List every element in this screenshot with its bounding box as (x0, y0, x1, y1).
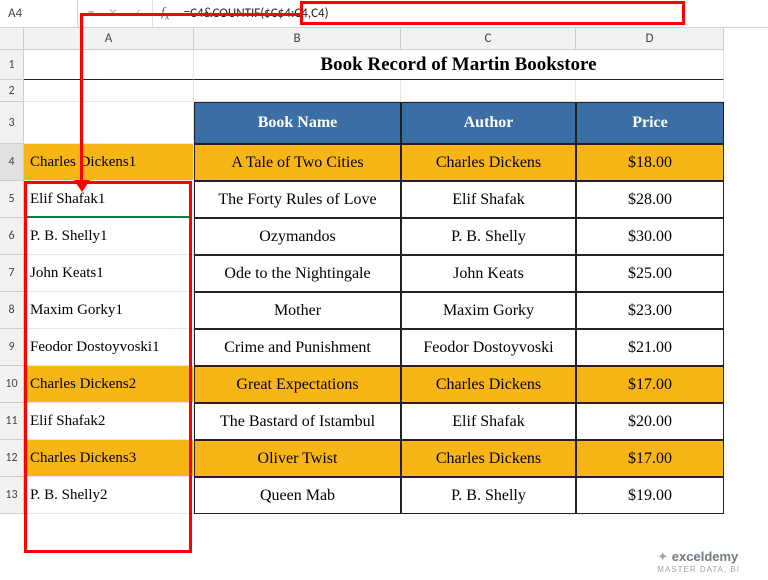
cell-d12[interactable]: $17.00 (576, 440, 724, 477)
cell-a12[interactable]: Charles Dickens3 (24, 440, 194, 477)
grid-container: ABCD Book Record of Martin BookstoreBook… (24, 28, 768, 580)
cell-c7[interactable]: John Keats (401, 255, 576, 292)
cell-a6[interactable]: P. B. Shelly1 (24, 218, 194, 255)
cell-d2[interactable] (576, 80, 724, 102)
cell-d9[interactable]: $21.00 (576, 329, 724, 366)
cell-c2[interactable] (401, 80, 576, 102)
cancel-icon[interactable]: ✕ (108, 6, 118, 21)
name-box[interactable]: A4 (0, 0, 78, 27)
dropdown-icon[interactable]: ▾ (88, 6, 94, 21)
cell-b5[interactable]: The Forty Rules of Love (194, 181, 401, 218)
formula-bar: A4 ▾ ✕ ✓ fx =C4&COUNTIF($C$4:C4,C4) (0, 0, 768, 28)
cell-d13[interactable]: $19.00 (576, 477, 724, 514)
cell-b12[interactable]: Oliver Twist (194, 440, 401, 477)
formula-input[interactable]: =C4&COUNTIF($C$4:C4,C4) (178, 0, 768, 27)
cell-b6[interactable]: Ozymandos (194, 218, 401, 255)
cell-d8[interactable]: $23.00 (576, 292, 724, 329)
row-header-7[interactable]: 7 (0, 255, 24, 292)
cell-a10[interactable]: Charles Dickens2 (24, 366, 194, 403)
column-header-c[interactable]: C (401, 28, 576, 50)
header-author[interactable]: Author (401, 102, 576, 144)
table-row: Charles Dickens2Great ExpectationsCharle… (24, 366, 768, 403)
row-header-5[interactable]: 5 (0, 181, 24, 218)
cell-b10[interactable]: Great Expectations (194, 366, 401, 403)
cell-a7[interactable]: John Keats1 (24, 255, 194, 292)
row-header-1[interactable]: 1 (0, 50, 24, 80)
cell-grid[interactable]: Book Record of Martin Bookstore Book Name… (24, 50, 768, 514)
table-row: Feodor Dostoyvoski1Crime and PunishmentF… (24, 329, 768, 366)
annotation-arrow (74, 180, 90, 192)
watermark: ✦ exceldemy MASTER DATA. BI (657, 549, 740, 574)
row-header-12[interactable]: 12 (0, 440, 24, 477)
table-row: Charles Dickens3Oliver TwistCharles Dick… (24, 440, 768, 477)
row-header-13[interactable]: 13 (0, 477, 24, 514)
cell-c4[interactable]: Charles Dickens (401, 144, 576, 181)
table-row: P. B. Shelly2Queen MabP. B. Shelly$19.00 (24, 477, 768, 514)
cell-a5[interactable]: Elif Shafak1 (24, 181, 194, 218)
select-all-corner[interactable] (0, 28, 24, 50)
cell-b7[interactable]: Ode to the Nightingale (194, 255, 401, 292)
cell-d5[interactable]: $28.00 (576, 181, 724, 218)
table-row: Maxim Gorky1MotherMaxim Gorky$23.00 (24, 292, 768, 329)
table-row: Elif Shafak2The Bastard of IstambulElif … (24, 403, 768, 440)
cell-c12[interactable]: Charles Dickens (401, 440, 576, 477)
cell-c6[interactable]: P. B. Shelly (401, 218, 576, 255)
cell-d4[interactable]: $18.00 (576, 144, 724, 181)
cell-c8[interactable]: Maxim Gorky (401, 292, 576, 329)
cell-a2[interactable] (24, 80, 194, 102)
row-header-6[interactable]: 6 (0, 218, 24, 255)
column-header-d[interactable]: D (576, 28, 724, 50)
accept-icon[interactable]: ✓ (132, 6, 142, 21)
row-header-10[interactable]: 10 (0, 366, 24, 403)
row-header-3[interactable]: 3 (0, 102, 24, 144)
cell-c10[interactable]: Charles Dickens (401, 366, 576, 403)
row-header-11[interactable]: 11 (0, 403, 24, 440)
spreadsheet: 12345678910111213 ABCD Book Record of Ma… (0, 28, 768, 580)
cell-a4[interactable]: Charles Dickens1 (24, 144, 194, 181)
cell-a9[interactable]: Feodor Dostoyvoski1 (24, 329, 194, 366)
cell-b13[interactable]: Queen Mab (194, 477, 401, 514)
cell-a11[interactable]: Elif Shafak2 (24, 403, 194, 440)
cell-b2[interactable] (194, 80, 401, 102)
table-row: Charles Dickens1A Tale of Two CitiesChar… (24, 144, 768, 181)
cell-b9[interactable]: Crime and Punishment (194, 329, 401, 366)
cell-c13[interactable]: P. B. Shelly (401, 477, 576, 514)
header-book-name[interactable]: Book Name (194, 102, 401, 144)
row-header-8[interactable]: 8 (0, 292, 24, 329)
cell-c5[interactable]: Elif Shafak (401, 181, 576, 218)
cell-d11[interactable]: $20.00 (576, 403, 724, 440)
row-header-4[interactable]: 4 (0, 144, 24, 181)
cell-a3[interactable] (24, 102, 194, 144)
cell-b4[interactable]: A Tale of Two Cities (194, 144, 401, 181)
cell-d6[interactable]: $30.00 (576, 218, 724, 255)
table-row: Elif Shafak1The Forty Rules of LoveElif … (24, 181, 768, 218)
column-header-b[interactable]: B (194, 28, 401, 50)
formula-bar-buttons: ▾ ✕ ✓ (78, 0, 153, 27)
cell-b8[interactable]: Mother (194, 292, 401, 329)
row-header-9[interactable]: 9 (0, 329, 24, 366)
cell-c9[interactable]: Feodor Dostoyvoski (401, 329, 576, 366)
column-header-a[interactable]: A (24, 28, 194, 50)
table-row: John Keats1Ode to the NightingaleJohn Ke… (24, 255, 768, 292)
fx-icon[interactable]: fx (153, 4, 177, 23)
cell-a8[interactable]: Maxim Gorky1 (24, 292, 194, 329)
cell-c11[interactable]: Elif Shafak (401, 403, 576, 440)
header-price[interactable]: Price (576, 102, 724, 144)
row-header-2[interactable]: 2 (0, 80, 24, 102)
cell-d10[interactable]: $17.00 (576, 366, 724, 403)
table-row: P. B. Shelly1OzymandosP. B. Shelly$30.00 (24, 218, 768, 255)
row-header-column: 12345678910111213 (0, 28, 24, 580)
cell-a13[interactable]: P. B. Shelly2 (24, 477, 194, 514)
title-cell[interactable]: Book Record of Martin Bookstore (194, 50, 724, 80)
cell-b11[interactable]: The Bastard of Istambul (194, 403, 401, 440)
cell-a1[interactable] (24, 50, 194, 80)
column-headers: ABCD (24, 28, 768, 50)
cell-d7[interactable]: $25.00 (576, 255, 724, 292)
